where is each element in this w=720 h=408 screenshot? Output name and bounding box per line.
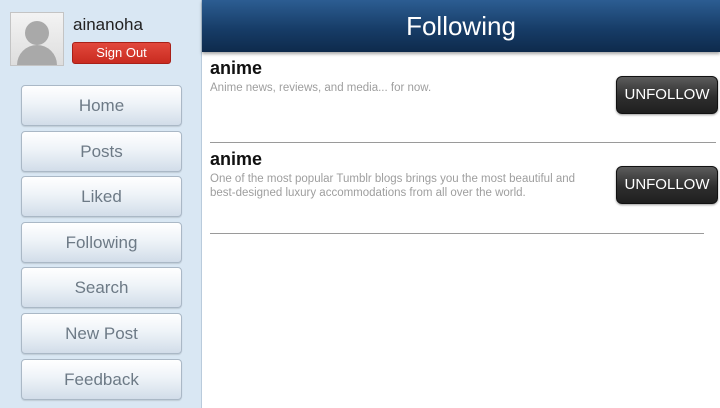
avatar[interactable] <box>10 12 64 66</box>
nav-item-home[interactable]: Home <box>21 85 182 126</box>
sign-out-button[interactable]: Sign Out <box>72 42 171 64</box>
nav-item-feedback[interactable]: Feedback <box>21 358 182 400</box>
unfollow-button[interactable]: UNFOLLOW <box>616 76 718 114</box>
blog-description: Anime news, reviews, and media... for no… <box>210 82 432 94</box>
sidebar: ainanoha Sign Out Home Posts Liked Follo… <box>0 0 202 408</box>
nav-menu: Home Posts Liked Following Search New Po… <box>21 85 182 404</box>
nav-item-liked[interactable]: Liked <box>21 176 182 218</box>
nav-item-search[interactable]: Search <box>21 267 182 309</box>
avatar-placeholder-icon <box>25 21 49 45</box>
nav-item-following[interactable]: Following <box>21 221 182 263</box>
divider <box>210 142 716 143</box>
header-bar: Following <box>202 0 720 52</box>
blog-name[interactable]: anime <box>210 58 720 78</box>
page-title: Following <box>406 11 516 41</box>
blog-description: One of the most popular Tumblr blogs bri… <box>210 173 576 199</box>
nav-item-posts[interactable]: Posts <box>21 130 182 172</box>
divider <box>210 233 704 234</box>
main-panel: Following anime Anime news, reviews, and… <box>202 0 720 408</box>
nav-item-new-post[interactable]: New Post <box>21 312 182 354</box>
username: ainanoha <box>73 15 143 34</box>
unfollow-button[interactable]: UNFOLLOW <box>616 166 718 204</box>
